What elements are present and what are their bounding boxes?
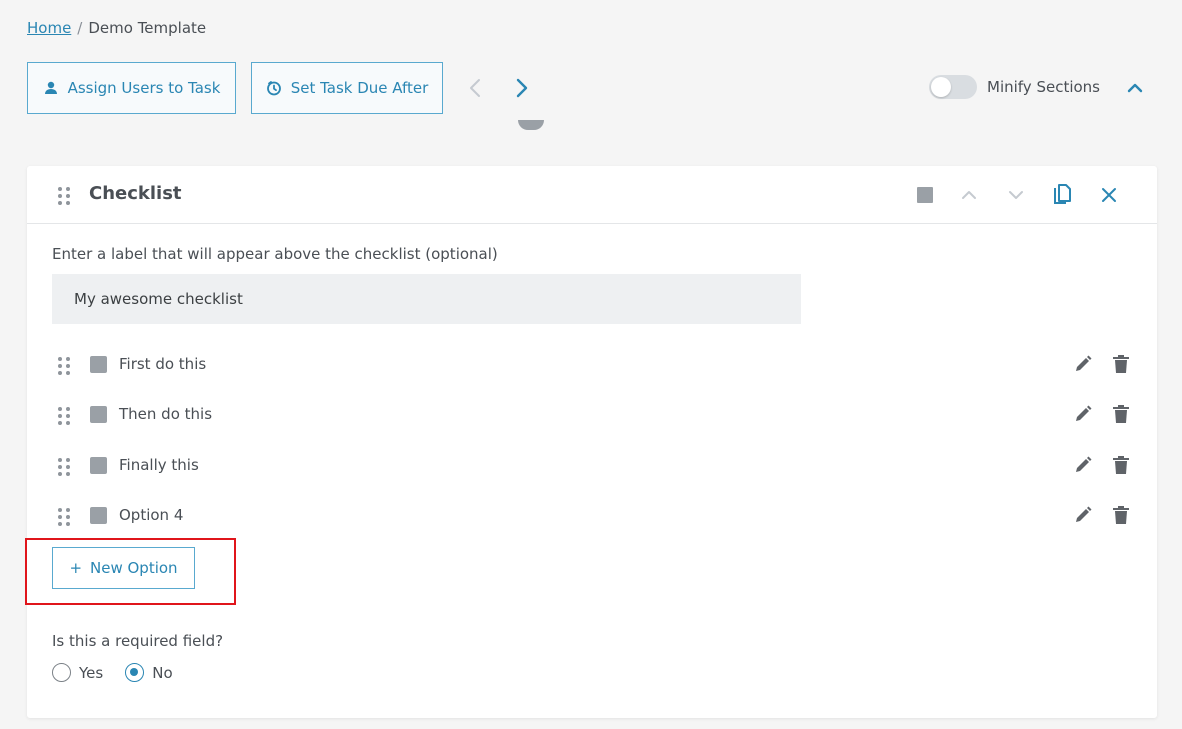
trash-icon[interactable] <box>1112 455 1130 475</box>
assign-users-label: Assign Users to Task <box>67 79 221 97</box>
new-option-label: New Option <box>90 559 178 577</box>
assign-users-button[interactable]: Assign Users to Task <box>27 62 236 114</box>
breadcrumb-current: Demo Template <box>88 19 207 37</box>
drag-handle-icon[interactable] <box>58 357 70 375</box>
checklist-card: Checklist Enter a label that will appear… <box>27 166 1157 718</box>
drag-handle-icon[interactable] <box>58 508 70 526</box>
option-label: Finally this <box>119 456 199 474</box>
copy-icon[interactable] <box>1051 184 1073 206</box>
chevron-down-icon[interactable] <box>1005 184 1027 206</box>
breadcrumb-home-link[interactable]: Home <box>27 19 71 37</box>
checklist-label-input[interactable]: My awesome checklist <box>52 274 801 324</box>
checklist-option: First do this <box>27 350 1157 380</box>
radio-yes[interactable] <box>52 663 71 682</box>
checkbox-icon[interactable] <box>90 457 107 474</box>
minify-sections: Minify Sections <box>929 75 1100 99</box>
close-icon[interactable] <box>1098 184 1120 206</box>
checkbox-icon[interactable] <box>90 406 107 423</box>
card-header: Checklist <box>27 166 1157 224</box>
checkbox-icon[interactable] <box>90 356 107 373</box>
checkbox-icon[interactable] <box>90 507 107 524</box>
drag-handle-icon[interactable] <box>58 458 70 476</box>
pencil-icon[interactable] <box>1073 505 1093 525</box>
square-icon[interactable] <box>914 184 936 206</box>
drag-handle-icon[interactable] <box>58 407 70 425</box>
set-task-due-label: Set Task Due After <box>290 79 429 97</box>
checklist-option: Option 4 <box>27 501 1157 531</box>
minify-sections-toggle[interactable] <box>929 75 977 99</box>
breadcrumb: Home / Demo Template <box>27 19 206 37</box>
option-label: Option 4 <box>119 506 184 524</box>
trash-icon[interactable] <box>1112 354 1130 374</box>
required-field-prompt: Is this a required field? <box>52 632 224 650</box>
trash-icon[interactable] <box>1112 505 1130 525</box>
radio-no[interactable] <box>125 663 145 682</box>
checklist-option: Finally this <box>27 451 1157 481</box>
user-icon <box>43 80 59 96</box>
option-label: Then do this <box>119 405 213 423</box>
card-title: Checklist <box>89 183 182 204</box>
pencil-icon[interactable] <box>1073 354 1093 374</box>
required-radio-group: Yes No <box>52 663 187 682</box>
chevron-up-icon[interactable] <box>958 184 980 206</box>
chevron-right-icon[interactable] <box>512 76 532 100</box>
toggle-knob <box>931 77 951 97</box>
breadcrumb-separator: / <box>77 19 83 37</box>
timer-icon <box>266 80 282 96</box>
pencil-icon[interactable] <box>1073 404 1093 424</box>
radio-no-label: No <box>152 663 173 682</box>
section-connector <box>518 120 544 130</box>
radio-yes-label: Yes <box>79 663 104 682</box>
plus-icon: + <box>69 559 83 577</box>
chevron-left-icon[interactable] <box>465 76 485 100</box>
checklist-option: Then do this <box>27 400 1157 430</box>
option-label: First do this <box>119 355 207 373</box>
checklist-label-prompt: Enter a label that will appear above the… <box>52 245 498 263</box>
drag-handle-icon[interactable] <box>58 187 70 205</box>
chevron-up-icon[interactable] <box>1125 80 1145 96</box>
minify-sections-label: Minify Sections <box>987 78 1100 96</box>
new-option-button[interactable]: + New Option <box>52 547 195 589</box>
pencil-icon[interactable] <box>1073 455 1093 475</box>
set-task-due-button[interactable]: Set Task Due After <box>251 62 443 114</box>
trash-icon[interactable] <box>1112 404 1130 424</box>
